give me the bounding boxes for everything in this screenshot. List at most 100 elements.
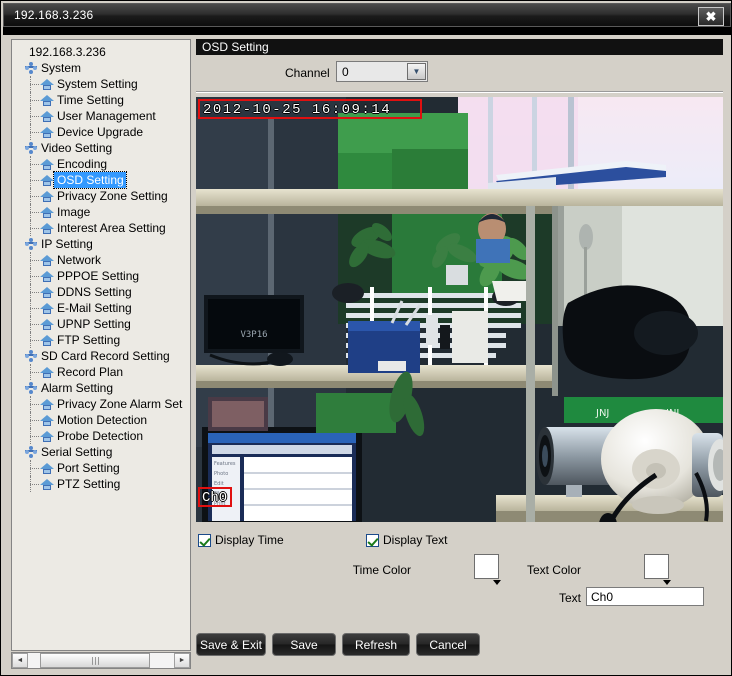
sidebar-item-privacy-zone-setting[interactable]: Privacy Zone Setting [16, 188, 190, 204]
color-dropdown-arrow-icon[interactable] [663, 580, 671, 585]
time-color-picker[interactable] [474, 554, 501, 585]
sidebar-item-encoding[interactable]: Encoding [16, 156, 190, 172]
sidebar-item-label: FTP Setting [57, 333, 121, 347]
house-icon [40, 254, 54, 267]
channel-value: 0 [342, 65, 349, 79]
osd-text-input[interactable] [586, 587, 704, 606]
sidebar-item-ftp-setting[interactable]: FTP Setting [16, 332, 190, 348]
sidebar-item-video-setting[interactable]: Video Setting [16, 140, 190, 156]
display-time-checkbox[interactable] [198, 533, 211, 547]
text-color-label: Text Color [526, 563, 581, 577]
cancel-button[interactable]: Cancel [416, 633, 480, 656]
tree-line [30, 276, 39, 278]
video-preview[interactable]: V3P16 JNJ Features Photo Edit File Print… [196, 97, 723, 522]
tree-root-label: 192.168.3.236 [29, 45, 106, 59]
sidebar-item-sd-card-record-setting[interactable]: SD Card Record Setting [16, 348, 190, 364]
tree-line [30, 292, 39, 294]
osd-time-overlay[interactable]: 2012-10-25 16:09:14 [198, 99, 422, 119]
sidebar-item-privacy-zone-alarm-set[interactable]: Privacy Zone Alarm Set [16, 396, 190, 412]
sidebar-item-osd-setting[interactable]: OSD Setting [16, 171, 190, 189]
sidebar-item-motion-detection[interactable]: Motion Detection [16, 412, 190, 428]
sidebar-item-interest-area-setting[interactable]: Interest Area Setting [16, 220, 190, 236]
section-title: OSD Setting [196, 39, 723, 55]
sidebar-item-network[interactable]: Network [16, 252, 190, 268]
text-color-picker[interactable] [644, 554, 671, 585]
tree-root[interactable]: 192.168.3.236 [16, 44, 190, 60]
sidebar-item-label: IP Setting [41, 237, 93, 251]
scrollbar-track[interactable]: ∣∣∣ [28, 653, 174, 668]
scroll-right-arrow-icon[interactable]: ► [174, 653, 190, 668]
network-node-icon [24, 445, 38, 459]
client-area: 192.168.3.236 System System Setting Time Se… [3, 35, 731, 675]
sidebar-item-record-plan[interactable]: Record Plan [16, 364, 190, 380]
sidebar-item-time-setting[interactable]: Time Setting [16, 92, 190, 108]
svg-text:Photo: Photo [214, 471, 228, 477]
sidebar-item-e-mail-setting[interactable]: E-Mail Setting [16, 300, 190, 316]
sidebar-item-ddns-setting[interactable]: DDNS Setting [16, 284, 190, 300]
tree-line [30, 180, 39, 182]
network-node-icon [24, 141, 38, 155]
save-button[interactable]: Save [272, 633, 336, 656]
sidebar-item-upnp-setting[interactable]: UPNP Setting [16, 316, 190, 332]
house-icon [40, 302, 54, 315]
house-icon [40, 174, 54, 187]
sidebar-item-alarm-setting[interactable]: Alarm Setting [16, 380, 190, 396]
sidebar-item-image[interactable]: Image [16, 204, 190, 220]
sidebar-item-label: Image [57, 205, 91, 219]
osd-channel-overlay[interactable]: Ch0 [198, 487, 232, 507]
sidebar-item-user-management[interactable]: User Management [16, 108, 190, 124]
sidebar-item-label: Probe Detection [57, 429, 144, 443]
tree-line [30, 260, 39, 262]
sidebar-item-label: Port Setting [57, 461, 120, 475]
display-text-checkbox[interactable] [366, 533, 379, 547]
save-and-exit-button[interactable]: Save & Exit [196, 633, 266, 656]
house-icon [40, 366, 54, 379]
sidebar-item-probe-detection[interactable]: Probe Detection [16, 428, 190, 444]
display-time-label: Display Time [215, 533, 284, 547]
sidebar-item-port-setting[interactable]: Port Setting [16, 460, 190, 476]
display-time-row[interactable]: Display Time [198, 533, 284, 547]
chevron-down-icon[interactable]: ▼ [407, 63, 426, 80]
display-text-row[interactable]: Display Text [366, 533, 447, 547]
sidebar-item-device-upgrade[interactable]: Device Upgrade [16, 124, 190, 140]
house-icon [40, 110, 54, 123]
sidebar-item-label: Alarm Setting [41, 381, 114, 395]
channel-select[interactable]: 0 ▼ [336, 61, 428, 82]
sidebar-item-ptz-setting[interactable]: PTZ Setting [16, 476, 190, 492]
navigation-tree[interactable]: 192.168.3.236 System System Setting Time Se… [11, 39, 191, 651]
color-dropdown-arrow-icon[interactable] [493, 580, 501, 585]
channel-label: Channel [285, 66, 330, 80]
tree-line [30, 212, 39, 214]
sidebar-item-system-setting[interactable]: System Setting [16, 76, 190, 92]
close-button[interactable]: ✖ [698, 7, 724, 26]
svg-text:Features: Features [214, 461, 236, 467]
tree-line [30, 308, 39, 310]
tree-line [30, 468, 39, 470]
tree-line [30, 228, 39, 230]
house-icon [40, 126, 54, 139]
scrollbar-thumb[interactable]: ∣∣∣ [40, 653, 150, 668]
tree-horizontal-scrollbar[interactable]: ◄ ∣∣∣ ► [11, 652, 191, 669]
house-icon [40, 318, 54, 331]
sidebar-item-label: Serial Setting [41, 445, 113, 459]
house-icon [40, 206, 54, 219]
sidebar-item-ip-setting[interactable]: IP Setting [16, 236, 190, 252]
house-icon [40, 414, 54, 427]
tree-line [30, 164, 39, 166]
network-node-icon [24, 381, 38, 395]
sidebar-item-label: Record Plan [57, 365, 124, 379]
content-panel: OSD Setting Channel 0 ▼ V3P16 JNJ Featur… [196, 39, 723, 656]
sidebar-item-system[interactable]: System [16, 60, 190, 76]
sidebar-item-label: Motion Detection [57, 413, 148, 427]
sidebar-item-label: User Management [57, 109, 156, 123]
scroll-left-arrow-icon[interactable]: ◄ [12, 653, 28, 668]
tree-line [30, 324, 39, 326]
sidebar-item-serial-setting[interactable]: Serial Setting [16, 444, 190, 460]
refresh-button[interactable]: Refresh [342, 633, 410, 656]
sidebar-item-label: System [41, 61, 82, 75]
window-title: 192.168.3.236 [14, 8, 94, 22]
sidebar-item-pppoe-setting[interactable]: PPPOE Setting [16, 268, 190, 284]
tree-line [30, 84, 39, 86]
sidebar-item-label: E-Mail Setting [57, 301, 132, 315]
main-window: 192.168.3.236 ✖ 192.168.3.236 System Syste… [0, 0, 732, 676]
